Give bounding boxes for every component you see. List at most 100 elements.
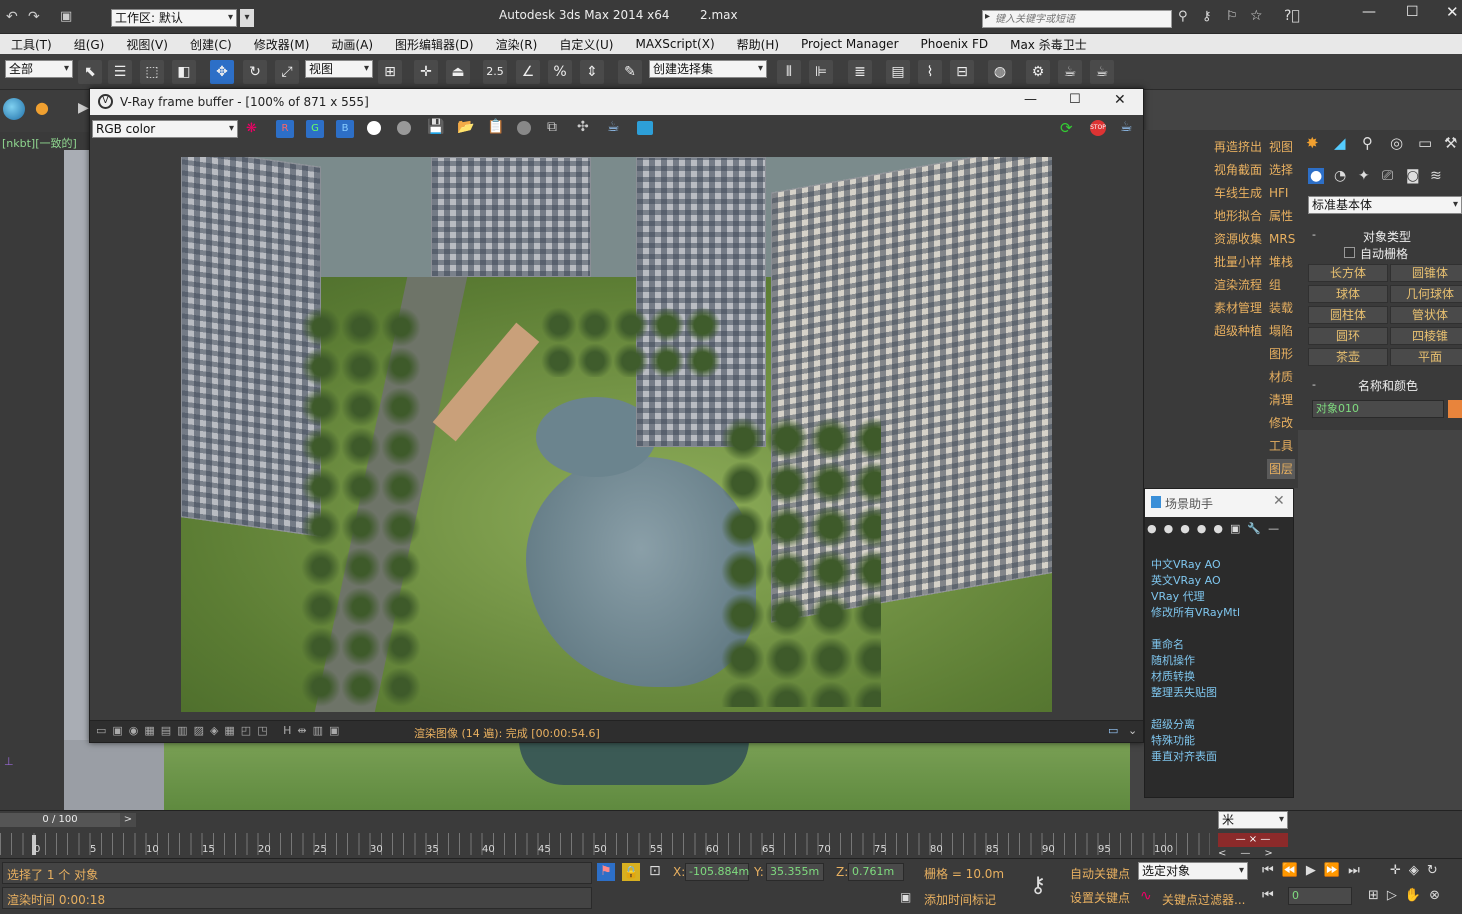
- helper-item[interactable]: 中文VRay AO: [1151, 556, 1221, 572]
- geosphere-button[interactable]: 几何球体: [1390, 285, 1462, 303]
- plugin-button[interactable]: 图形: [1269, 344, 1293, 364]
- object-color-swatch[interactable]: [1448, 400, 1462, 418]
- edit-named-sel-icon[interactable]: ✎: [618, 60, 642, 84]
- color-wheel-icon[interactable]: ❋: [246, 121, 257, 136]
- plugin-button[interactable]: 资源收集: [1214, 229, 1262, 249]
- communication-icon[interactable]: ⚐: [1226, 9, 1238, 24]
- plugin-button[interactable]: 视角截面: [1214, 160, 1262, 180]
- search-input[interactable]: [995, 12, 1167, 26]
- mono-channel-icon[interactable]: [397, 121, 411, 135]
- rect-selection-icon[interactable]: ⬚: [140, 60, 164, 84]
- time-slider-next-icon[interactable]: >: [120, 813, 136, 827]
- auto-key-button[interactable]: 自动关键点: [1070, 865, 1130, 882]
- key-icon[interactable]: ⚷: [1202, 9, 1212, 24]
- scene-helper-close-icon[interactable]: ✕: [1273, 493, 1285, 509]
- window-crossing-icon[interactable]: ◧: [172, 60, 196, 84]
- sphere-icon[interactable]: [3, 98, 25, 120]
- vfb-maximize-icon[interactable]: ☐: [1069, 92, 1081, 107]
- plugin-button[interactable]: MRS: [1269, 229, 1295, 249]
- torus-button[interactable]: 圆环: [1308, 327, 1388, 345]
- tube-button[interactable]: 管状体: [1390, 306, 1462, 324]
- curve-editor-icon[interactable]: ⌇: [918, 60, 942, 84]
- helper-item[interactable]: 修改所有VRayMtl: [1151, 604, 1240, 620]
- playback-controls[interactable]: ⏮⏪▶⏩⏭: [1262, 863, 1368, 878]
- alpha-channel-icon[interactable]: [367, 121, 381, 135]
- z-coordinate-field[interactable]: 0.761m: [848, 863, 904, 881]
- ribbon-icon[interactable]: ▤: [886, 60, 910, 84]
- helper-item[interactable]: 特殊功能: [1151, 732, 1195, 748]
- menu-rendering[interactable]: 渲染(R): [485, 36, 549, 53]
- cameras-icon[interactable]: ⎚: [1382, 168, 1393, 184]
- hierarchy-tab-icon[interactable]: ⚲: [1362, 134, 1373, 152]
- minimize-icon[interactable]: —: [1362, 4, 1376, 20]
- cone-button[interactable]: 圆锥体: [1390, 264, 1462, 282]
- menu-customize[interactable]: 自定义(U): [548, 36, 624, 53]
- plugin-button[interactable]: 装载: [1269, 298, 1293, 318]
- redo-icon[interactable]: ↷: [28, 9, 40, 25]
- sphere-button[interactable]: 球体: [1308, 285, 1388, 303]
- layer-manager-icon[interactable]: ≣: [848, 60, 872, 84]
- save-image-icon[interactable]: 💾: [427, 119, 444, 135]
- snap-toggle-icon[interactable]: 2.5: [483, 60, 507, 84]
- auto-grid-checkbox[interactable]: [1344, 247, 1355, 258]
- manipulate-icon[interactable]: ✛: [414, 60, 438, 84]
- render-last-icon[interactable]: ☕: [607, 119, 620, 135]
- lock-selection-icon[interactable]: 🔒: [622, 863, 640, 881]
- named-selection-dropdown[interactable]: 创建选择集: [649, 60, 767, 78]
- y-coordinate-field[interactable]: 35.355m: [766, 863, 824, 881]
- collapse-icon[interactable]: -: [1312, 378, 1316, 391]
- key-mode-dropdown[interactable]: 选定对象: [1138, 862, 1248, 880]
- material-editor-icon[interactable]: ◍: [988, 60, 1012, 84]
- rendered-frame-icon[interactable]: ☕: [1058, 60, 1082, 84]
- render-teapot-icon[interactable]: ☕: [1120, 119, 1133, 135]
- key-filter-icon[interactable]: ∿: [1140, 888, 1152, 904]
- set-key-button[interactable]: 设置关键点: [1070, 889, 1130, 906]
- plugin-button[interactable]: 选择: [1269, 160, 1293, 180]
- menu-graph-editors[interactable]: 图形编辑器(D): [384, 36, 485, 53]
- move-icon[interactable]: ✥: [210, 60, 234, 84]
- binoculars-icon[interactable]: ⚲: [1178, 9, 1188, 24]
- angle-snap-icon[interactable]: ∠: [516, 60, 540, 84]
- help-icon[interactable]: ?⃝: [1284, 8, 1300, 24]
- vfb-collapse-icon[interactable]: ⌄: [1128, 724, 1137, 737]
- helper-item[interactable]: VRay 代理: [1151, 588, 1205, 604]
- plugin-button[interactable]: 修改: [1269, 413, 1293, 433]
- menu-create[interactable]: 创建(C): [179, 36, 243, 53]
- plugin-button[interactable]: HFI: [1269, 183, 1288, 203]
- plane-button[interactable]: 平面: [1390, 348, 1462, 366]
- box-button[interactable]: 长方体: [1308, 264, 1388, 282]
- workspace-dropdown[interactable]: 工作区: 默认: [111, 9, 237, 27]
- teapot-button[interactable]: 茶壶: [1308, 348, 1388, 366]
- key-mode-icon[interactable]: ⏮: [1262, 888, 1274, 903]
- schematic-view-icon[interactable]: ⊟: [950, 60, 974, 84]
- menu-animation[interactable]: 动画(A): [320, 36, 384, 53]
- helper-item[interactable]: 整理丢失贴图: [1151, 684, 1217, 700]
- select-by-name-icon[interactable]: ☰: [108, 60, 132, 84]
- spacewarps-icon[interactable]: ≋: [1430, 168, 1442, 184]
- render-production-icon[interactable]: ☕: [1090, 60, 1114, 84]
- plugin-button[interactable]: 图层: [1267, 459, 1296, 479]
- keyboard-shortcut-icon[interactable]: ⏏: [446, 60, 470, 84]
- cylinder-button[interactable]: 圆柱体: [1308, 306, 1388, 324]
- vfb-expand-icon[interactable]: ▭: [1108, 724, 1118, 737]
- object-name-field[interactable]: 对象010: [1312, 400, 1444, 418]
- lights-icon[interactable]: ✦: [1358, 168, 1370, 184]
- add-time-tag[interactable]: 添加时间标记: [924, 891, 996, 908]
- unit-dropdown[interactable]: 米: [1218, 811, 1288, 829]
- x-coordinate-field[interactable]: -105.884m: [685, 863, 749, 881]
- menu-help[interactable]: 帮助(H): [726, 36, 790, 53]
- render-setup-icon[interactable]: ⚙: [1026, 60, 1050, 84]
- stop-render-icon[interactable]: STOP: [1090, 120, 1106, 136]
- menu-max-antivirus[interactable]: Max 杀毒卫士: [999, 36, 1098, 53]
- rollout-object-type[interactable]: 对象类型: [1363, 228, 1411, 245]
- region-render-icon[interactable]: ✣: [577, 119, 589, 135]
- create-tab-icon[interactable]: ✸: [1306, 134, 1319, 152]
- plugin-button[interactable]: 超级种植: [1214, 321, 1262, 341]
- utilities-tab-icon[interactable]: ⚒: [1444, 134, 1457, 152]
- viewport-nav-bottom[interactable]: ⊞▷✋⊗: [1368, 888, 1448, 903]
- link-to-vray-icon[interactable]: [637, 121, 653, 135]
- plugin-button[interactable]: 车线生成: [1214, 183, 1262, 203]
- plugin-button[interactable]: 批量小样: [1214, 252, 1262, 272]
- coord-system-dropdown[interactable]: 视图: [305, 60, 373, 78]
- plugin-button[interactable]: 堆栈: [1269, 252, 1293, 272]
